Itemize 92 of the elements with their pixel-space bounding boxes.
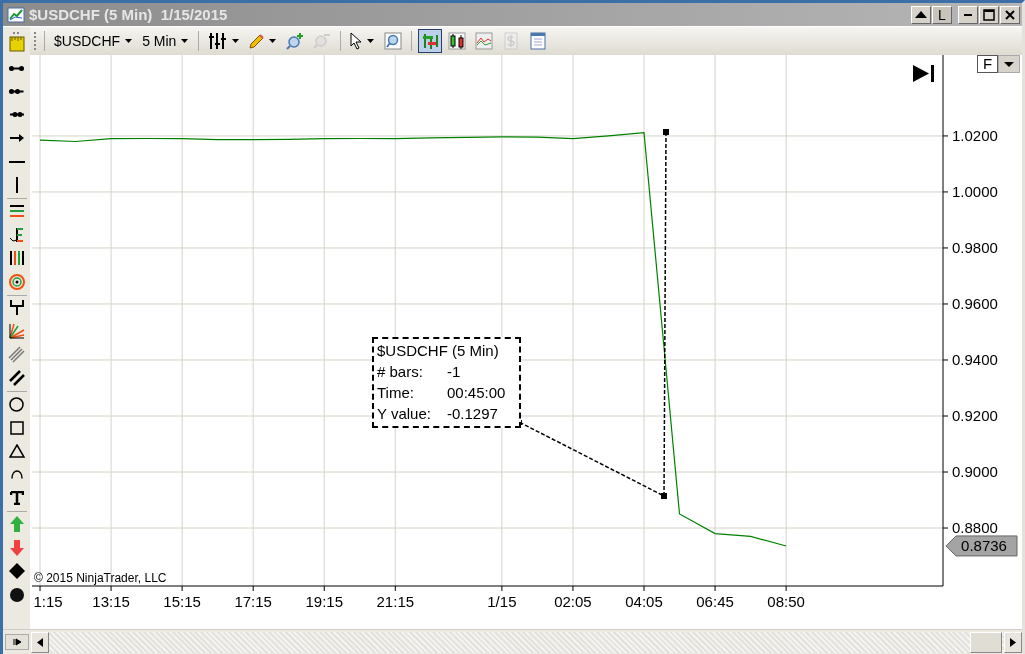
data-label: # bars: <box>377 362 424 382</box>
skip-to-end-icon[interactable] <box>913 65 934 82</box>
time-axis-label: 08:50 <box>767 593 805 610</box>
fan-lines-icon <box>8 323 25 340</box>
minimize-button[interactable] <box>958 5 978 24</box>
data-box-title: $USDCHF (5 Min) <box>377 341 500 361</box>
scale-button[interactable]: F <box>977 55 998 73</box>
time-axis-label: 1/15 <box>487 593 517 610</box>
copyright-text: © 2015 NinjaTrader, LLC <box>34 571 167 585</box>
price-axis-label: 0.9400 <box>952 351 998 368</box>
square-icon <box>9 420 24 435</box>
close-button[interactable] <box>1000 5 1020 24</box>
line-dots-icon <box>8 87 25 95</box>
data-value: 00:45:00 <box>447 383 506 403</box>
magnifier-plus-icon <box>286 32 305 50</box>
arrow-left-icon <box>36 636 44 648</box>
scroll-left-button[interactable] <box>31 631 49 653</box>
line-dots-icon <box>8 64 25 72</box>
price-axis-label: 1.0000 <box>952 182 998 200</box>
arrow-down-icon <box>8 538 25 557</box>
caret-icon <box>124 38 134 44</box>
text-tool-icon <box>9 491 24 506</box>
arrow-right-icon <box>1009 636 1017 648</box>
price-axis-label: 0.9000 <box>952 463 998 480</box>
maximize-icon <box>983 8 995 21</box>
close-icon <box>1005 9 1015 20</box>
parallel-lines-icon <box>8 370 25 387</box>
arrow-up-icon <box>8 515 25 534</box>
time-axis-label: 17:15 <box>234 593 272 610</box>
dollar-icon <box>504 32 519 50</box>
arrow-right-icon <box>8 133 25 144</box>
bar-chart-icon <box>422 32 439 50</box>
fibonacci-icon <box>9 226 24 243</box>
pitchfork-icon <box>9 299 24 317</box>
candlestick-icon <box>448 32 467 50</box>
data-label: Y value: <box>377 404 432 424</box>
line-chart-icon <box>475 32 494 50</box>
chart-app-icon <box>7 6 25 23</box>
time-axis-label: 04:05 <box>625 593 663 610</box>
window-title: $USDCHF (5 Min) 1/15/2015 <box>29 6 228 23</box>
caret-icon <box>180 38 190 44</box>
time-axis-label: 13:15 <box>92 593 130 610</box>
price-axis-label: 0.9800 <box>952 238 998 256</box>
dot-icon <box>8 586 25 603</box>
maximize-button[interactable] <box>979 5 999 24</box>
sliders-icon <box>208 32 228 50</box>
scroll-thumb[interactable] <box>970 631 1002 653</box>
last-price-marker: 0.8736 <box>945 535 1018 557</box>
circle-icon <box>9 396 24 412</box>
price-axis-label: 0.9600 <box>952 295 998 312</box>
horizontal-scrollbar[interactable] <box>31 631 1022 653</box>
price-axis-label: 1.0200 <box>952 126 998 144</box>
parallel-lines-icon <box>8 346 25 364</box>
panel-icon <box>530 32 547 50</box>
data-value: -0.1297 <box>447 404 498 424</box>
vertical-lines-icon <box>9 250 24 267</box>
triangle-icon <box>8 444 25 459</box>
data-value: -1 <box>447 362 461 382</box>
instrument-dropdown[interactable]: $USDCHF <box>51 31 137 51</box>
scroll-right-button[interactable] <box>1004 631 1022 653</box>
pencil-icon <box>249 33 265 49</box>
channel-lines-icon <box>8 205 25 218</box>
chart-style-button[interactable] <box>418 29 443 53</box>
expand-icon <box>12 638 22 646</box>
time-axis-label: 1:15 <box>33 593 63 610</box>
scale-dropdown-button[interactable] <box>998 55 1020 73</box>
caret-icon <box>231 38 241 44</box>
caret-icon <box>366 38 376 44</box>
triangle-up-icon <box>914 10 928 19</box>
scroll-up-button[interactable] <box>911 5 931 24</box>
interval-dropdown[interactable]: 5 Min <box>139 31 193 51</box>
price-axis-label: 0.8800 <box>952 519 998 537</box>
price-axis-label: 0.9200 <box>952 407 998 424</box>
time-axis-label: 06:45 <box>696 593 734 610</box>
ruler-icon[interactable] <box>8 30 25 52</box>
horizontal-line-icon <box>7 160 26 163</box>
vertical-line-icon <box>15 175 18 194</box>
line-dots-icon <box>8 111 25 119</box>
time-axis-label: 21:15 <box>376 593 415 610</box>
target-icon <box>8 273 25 290</box>
data-label: Time: <box>377 383 415 403</box>
layout-button[interactable]: L <box>932 5 952 24</box>
diamond-icon <box>7 562 26 581</box>
magnifier-icon <box>384 32 403 50</box>
time-axis-label: 19:15 <box>305 593 343 610</box>
cursor-icon <box>350 32 363 50</box>
caret-icon <box>268 38 278 44</box>
time-axis-label: 02:05 <box>554 593 592 610</box>
arc-icon <box>10 469 23 480</box>
expand-button[interactable] <box>5 634 29 650</box>
time-axis-label: 15:15 <box>163 593 201 610</box>
magnifier-minus-icon <box>313 33 332 49</box>
